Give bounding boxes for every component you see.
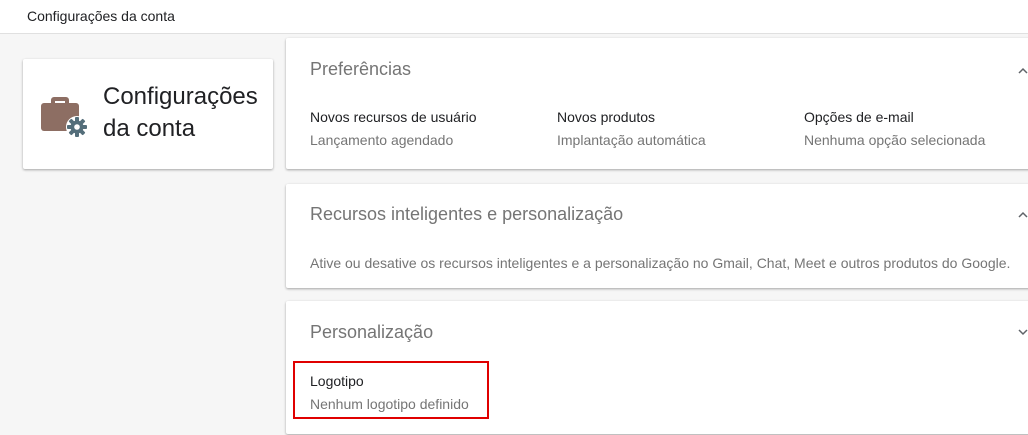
chevron-down-icon[interactable] [1018, 327, 1028, 337]
preferences-panel[interactable]: Preferências Novos recursos de usuário L… [286, 38, 1028, 169]
breadcrumb: Configurações da conta [27, 8, 175, 24]
setting-value: Lançamento agendado [310, 132, 454, 148]
panel-title: Personalização [310, 322, 434, 342]
setting-email-options[interactable]: Opções de e-mail Nenhuma opção seleciona… [804, 108, 985, 149]
setting-value: Nenhuma opção selecionada [804, 132, 986, 148]
setting-label: Novos recursos de usuário [310, 109, 477, 125]
highlight-box [293, 361, 489, 419]
panel-title: Recursos inteligentes e personalização [310, 204, 624, 224]
setting-label: Opções de e-mail [804, 109, 914, 125]
card-title: Configurações da conta [103, 83, 258, 142]
chevron-up-icon[interactable] [1018, 210, 1028, 220]
briefcase-gear-icon [41, 97, 88, 138]
smart-features-panel[interactable]: Recursos inteligentes e personalização A… [286, 184, 1028, 288]
panel-title: Preferências [310, 59, 412, 79]
panel-description: Ative ou desative os recursos inteligent… [310, 255, 1011, 271]
setting-value: Implantação automática [557, 132, 706, 148]
top-bar: Configurações da conta [0, 0, 1028, 34]
setting-new-user-features[interactable]: Novos recursos de usuário Lançamento age… [310, 108, 477, 149]
chevron-up-icon[interactable] [1018, 66, 1028, 76]
account-settings-card: Configurações da conta [23, 59, 273, 169]
setting-label: Novos produtos [557, 109, 656, 125]
setting-new-products[interactable]: Novos produtos Implantação automática [557, 108, 706, 149]
